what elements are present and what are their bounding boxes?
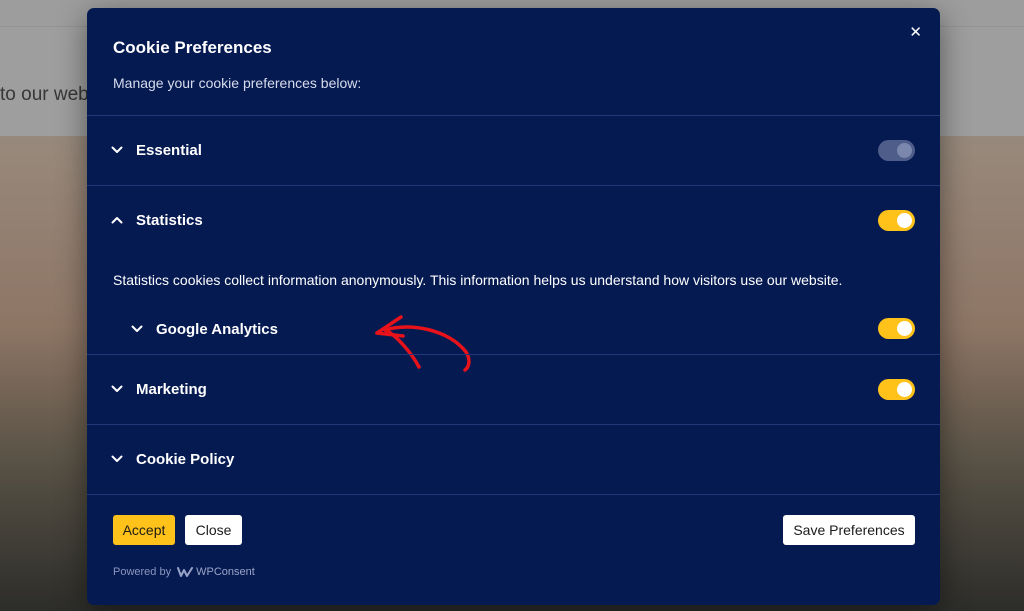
category-row-marketing[interactable]: Marketing [87,355,940,425]
modal-subtitle: Manage your cookie preferences below: [113,75,362,91]
category-row-statistics[interactable]: Statistics [87,186,940,256]
statistics-description: Statistics cookies collect information a… [113,272,843,288]
category-row-cookie-policy[interactable]: Cookie Policy [87,425,940,495]
category-label: Marketing [136,381,207,398]
chevron-down-icon [111,454,123,464]
close-button[interactable]: Close [185,515,242,545]
brand-name: WPConsent [196,566,255,578]
save-preferences-button[interactable]: Save Preferences [783,515,915,545]
toggle-knob [897,382,912,397]
toggle-knob [897,321,912,336]
toggle-knob [897,143,912,158]
divider [87,494,940,495]
google-analytics-toggle[interactable] [878,318,915,339]
cookie-preferences-modal: Cookie Preferences Manage your cookie pr… [87,8,940,605]
modal-title: Cookie Preferences [113,38,272,57]
chevron-up-icon [111,215,123,225]
close-icon[interactable]: ✕ [909,25,922,40]
powered-by: Powered by WPConsent [113,566,255,578]
category-row-essential[interactable]: Essential [87,116,940,186]
toggle-knob [897,213,912,228]
chevron-down-icon [111,145,123,155]
wpconsent-logo-icon [177,567,194,577]
chevron-down-icon [111,384,123,394]
essential-toggle[interactable] [878,140,915,161]
category-label: Cookie Policy [136,451,235,468]
powered-by-label: Powered by [113,566,172,578]
statistics-toggle[interactable] [878,210,915,231]
wpconsent-logo[interactable]: WPConsent [177,566,255,578]
category-label: Essential [136,142,202,159]
service-label-google-analytics[interactable]: Google Analytics [156,321,278,338]
accept-button[interactable]: Accept [113,515,175,545]
chevron-down-icon[interactable] [131,324,143,334]
marketing-toggle[interactable] [878,379,915,400]
category-label: Statistics [136,212,203,229]
